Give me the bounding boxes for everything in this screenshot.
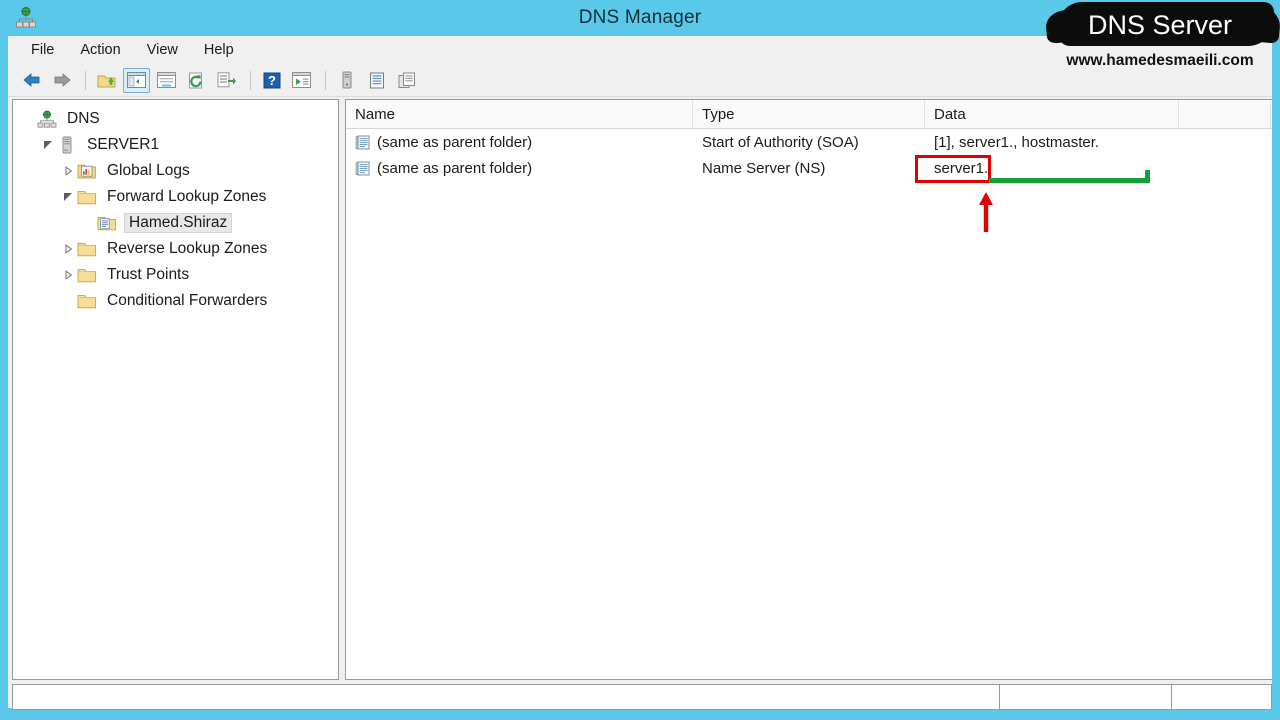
console-tree: DNS SERVER1 Global Logs Forward Lookup Zone…: [13, 100, 338, 314]
record-name: (same as parent folder): [377, 159, 533, 177]
tree-node-label: DNS: [67, 110, 100, 127]
toolbar-up-one-level[interactable]: [93, 68, 120, 93]
tree-node-reverse-lookup-zones[interactable]: Reverse Lookup Zones: [13, 236, 338, 262]
toolbar-run[interactable]: [288, 68, 315, 93]
table-row[interactable]: (same as parent folder) Start of Authorit…: [346, 129, 1272, 155]
tree-node-label: Reverse Lookup Zones: [107, 240, 268, 257]
toolbar-show-hide-console-tree[interactable]: [123, 67, 150, 93]
cell-name: (same as parent folder): [346, 134, 693, 151]
tree-node-forward-lookup-zones[interactable]: Forward Lookup Zones: [13, 184, 338, 210]
menu-file[interactable]: File: [20, 39, 65, 61]
zone-icon: [97, 214, 117, 232]
toolbar-separator-1: [85, 70, 86, 90]
records-list-panel[interactable]: Name Type Data (same as parent folder) Star…: [345, 99, 1272, 680]
column-header-data[interactable]: Data: [925, 100, 1179, 128]
status-bar: [12, 684, 1272, 710]
dns-record-icon: [355, 135, 370, 150]
watermark-url: www.hamedesmaeili.com: [1066, 52, 1254, 69]
record-name: (same as parent folder): [377, 133, 533, 151]
tree-node-label: Conditional Forwarders: [107, 292, 268, 309]
list-header-row: Name Type Data: [346, 100, 1272, 129]
expander-open-icon[interactable]: [59, 191, 77, 203]
folder-icon: [77, 266, 97, 284]
tree-node-label: Global Logs: [107, 162, 190, 179]
toolbar-new-zone[interactable]: [363, 68, 390, 93]
menu-view[interactable]: View: [136, 39, 189, 61]
status-bar-pane-2: [999, 685, 1171, 709]
toolbar-export-list[interactable]: [213, 68, 240, 93]
global-logs-icon: [77, 162, 97, 180]
toolbar-new-server[interactable]: [333, 68, 360, 93]
tree-node-dns[interactable]: DNS: [13, 106, 338, 132]
folder-icon: [77, 292, 97, 310]
toolbar-copy[interactable]: [393, 68, 420, 93]
dns-record-icon: [355, 161, 370, 176]
toolbar-separator-3: [325, 70, 326, 90]
tree-node-global-logs[interactable]: Global Logs: [13, 158, 338, 184]
toolbar-help[interactable]: ?: [258, 68, 285, 93]
toolbar-refresh[interactable]: [183, 68, 210, 93]
tree-node-label: Forward Lookup Zones: [107, 188, 267, 205]
tree-node-server1[interactable]: SERVER1: [13, 132, 338, 158]
svg-text:?: ?: [268, 73, 276, 88]
annotation-arrow-up: [979, 192, 993, 232]
cell-name: (same as parent folder): [346, 160, 693, 177]
client-area: File Action View Help ? DNS SERVER1 Glob…: [8, 36, 1272, 710]
tree-node-hamed-shiraz[interactable]: Hamed.Shiraz: [13, 210, 338, 236]
cell-data: [1], server1., hostmaster.: [934, 133, 1100, 151]
tree-node-label: Hamed.Shiraz: [124, 213, 233, 233]
expander-closed-icon[interactable]: [59, 243, 77, 255]
screen: DNS Manager File Action View Help ? DNS …: [0, 0, 1280, 720]
cell-type: Name Server (NS): [702, 159, 826, 177]
tree-node-label: Trust Points: [107, 266, 190, 283]
annotation-highlight-box: [915, 155, 991, 183]
tree-node-conditional-forwarders[interactable]: Conditional Forwarders: [13, 288, 338, 314]
menu-help[interactable]: Help: [193, 39, 245, 61]
expander-open-icon[interactable]: [39, 139, 57, 151]
tree-node-label: SERVER1: [87, 136, 160, 153]
cell-type: Start of Authority (SOA): [702, 133, 859, 151]
folder-icon: [77, 240, 97, 258]
tree-node-trust-points[interactable]: Trust Points: [13, 262, 338, 288]
status-bar-pane-3: [1171, 685, 1271, 709]
watermark-title: DNS Server: [1087, 9, 1233, 40]
column-header-type[interactable]: Type: [693, 100, 925, 128]
toolbar-separator-2: [250, 70, 251, 90]
list-body: (same as parent folder) Start of Authorit…: [346, 129, 1272, 181]
annotation-underline-tick: [1145, 170, 1150, 183]
expander-closed-icon[interactable]: [59, 165, 77, 177]
watermark: DNS Server www.hamedesmaeili.com: [1040, 0, 1280, 88]
console-tree-panel[interactable]: DNS SERVER1 Global Logs Forward Lookup Zone…: [12, 99, 339, 680]
toolbar-forward[interactable]: [48, 68, 75, 93]
column-header-name[interactable]: Name: [346, 100, 693, 128]
toolbar-properties[interactable]: [153, 68, 180, 93]
dns-root-icon: [37, 110, 57, 128]
menu-action[interactable]: Action: [69, 39, 131, 61]
annotation-underline: [989, 178, 1150, 183]
expander-closed-icon[interactable]: [59, 269, 77, 281]
folder-icon: [77, 188, 97, 206]
column-header-blank[interactable]: [1179, 100, 1271, 128]
status-bar-main: [13, 685, 999, 709]
toolbar-back[interactable]: [18, 68, 45, 93]
server-icon: [57, 136, 77, 154]
